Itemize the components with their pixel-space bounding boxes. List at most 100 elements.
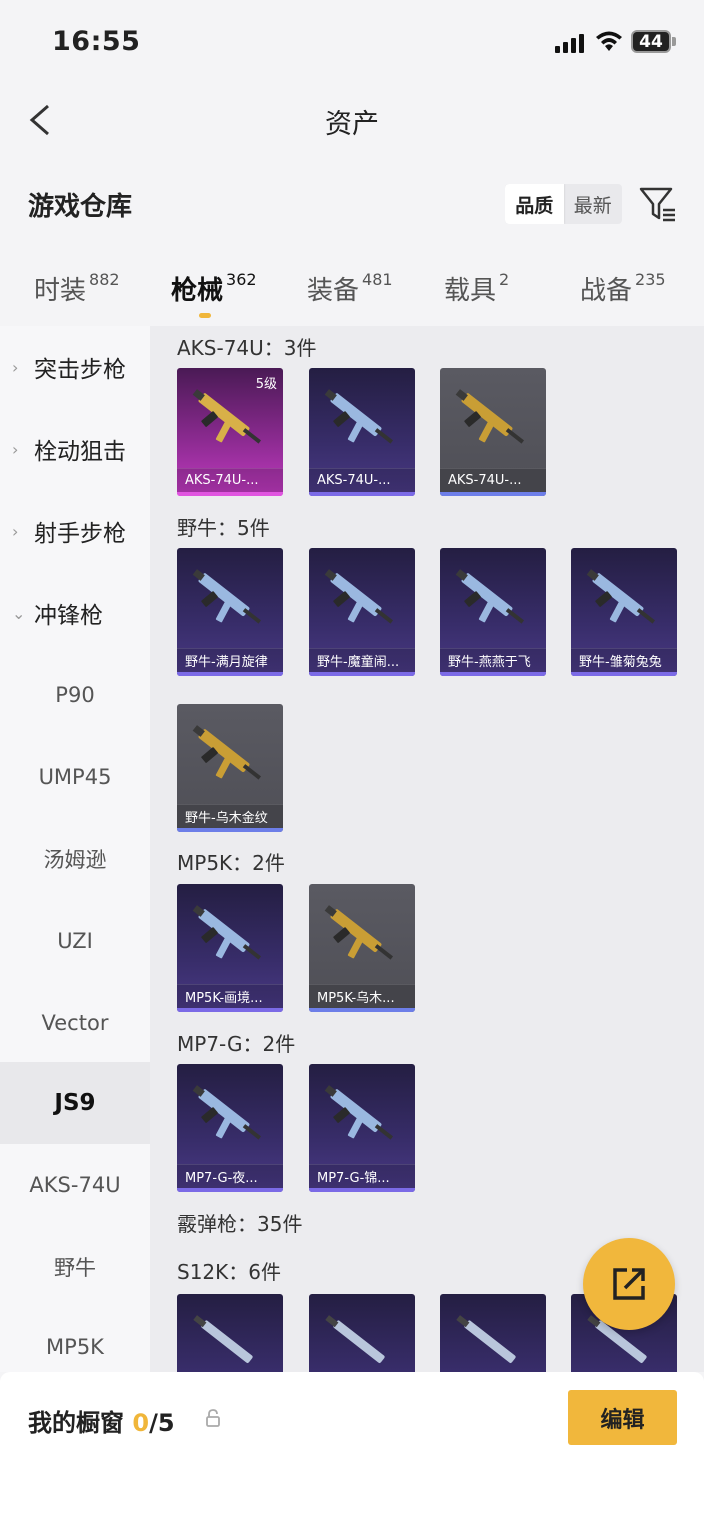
chevron-right-icon: › [12, 439, 19, 459]
tab-count: 481 [362, 270, 393, 289]
sidebar-item-assault-rifle[interactable]: › 突击步枪 [0, 326, 150, 408]
cellular-signal-icon [555, 33, 584, 53]
tab-label: 装备 [307, 276, 360, 306]
weapon-skin-name: 野牛-满月旋律 [177, 648, 283, 672]
sort-toggle: 品质 最新 [505, 184, 622, 224]
sidebar-subitem-p90[interactable]: P90 [0, 654, 150, 736]
rarity-bar [177, 828, 283, 832]
weapon-skin-card[interactable]: 野牛-燕燕于飞 [440, 548, 546, 676]
tab-fashion[interactable]: 时装 882 [34, 270, 120, 307]
status-bar: 16:55 44 [0, 0, 704, 84]
weapon-skin-name: AKS-74U-... [309, 468, 415, 492]
tab-firearms[interactable]: 枪械 362 [171, 270, 257, 307]
weapon-skin-card[interactable]: 野牛-雏菊兔兔 [571, 548, 677, 676]
battery-icon: 44 [631, 30, 671, 53]
weapon-icon [192, 569, 262, 624]
category-sidebar: › 突击步枪 › 栓动狙击 › 射手步枪 ⌄ 冲锋枪 P90 UMP45 汤姆逊 UZI… [0, 326, 150, 1372]
item-level-badge: 5级 [255, 377, 277, 392]
sidebar-subitem-bizon[interactable]: 野牛 [0, 1226, 150, 1308]
weapon-skin-name: MP7-G-夜... [177, 1164, 283, 1188]
weapon-skin-name: MP7-G-锦... [309, 1164, 415, 1188]
sidebar-item-label: 冲锋枪 [34, 603, 103, 629]
group-title: MP7-G：2件 [177, 1032, 296, 1056]
sidebar-item-bolt-sniper[interactable]: › 栓动狙击 [0, 408, 150, 490]
weapon-skin-name: MP5K-画境... [177, 984, 283, 1008]
tab-count: 235 [635, 270, 666, 289]
tab-equipment[interactable]: 装备 481 [307, 270, 393, 307]
sidebar-subitem-uzi[interactable]: UZI [0, 900, 150, 982]
weapon-icon [192, 725, 262, 780]
weapon-icon [324, 389, 394, 444]
weapon-skin-card[interactable]: 5级 AKS-74U-... [177, 368, 283, 496]
sidebar-subitem-thompson[interactable]: 汤姆逊 [0, 818, 150, 900]
tab-combat-supplies[interactable]: 战备 235 [580, 270, 666, 307]
group-title: S12K：6件 [177, 1260, 281, 1284]
sidebar-item-label: 射手步枪 [34, 521, 126, 547]
weapon-icon [325, 1315, 385, 1363]
tab-count: 882 [89, 270, 120, 289]
sort-quality-button[interactable]: 品质 [505, 184, 564, 224]
sidebar-item-marksman-rifle[interactable]: › 射手步枪 [0, 490, 150, 572]
weapon-skin-card[interactable]: MP7-G-夜... [177, 1064, 283, 1192]
weapon-skin-card[interactable] [177, 1294, 283, 1372]
rarity-bar [309, 1008, 415, 1012]
sidebar-subitem-vector[interactable]: Vector [0, 982, 150, 1064]
share-button[interactable] [583, 1238, 675, 1330]
group-title: AKS-74U：3件 [177, 336, 317, 360]
weapon-skin-name: 野牛-雏菊兔兔 [571, 648, 677, 672]
rarity-bar [309, 492, 415, 496]
weapon-skin-card[interactable]: MP5K-乌木... [309, 884, 415, 1012]
sidebar-item-label: 栓动狙击 [34, 439, 126, 465]
weapon-icon [324, 569, 394, 624]
showcase-count-total: /5 [149, 1409, 175, 1437]
showcase-count-used: 0 [132, 1409, 150, 1437]
weapon-skin-card[interactable]: 野牛-魔童闹... [309, 548, 415, 676]
weapon-skin-card[interactable]: MP7-G-锦... [309, 1064, 415, 1192]
group-title: 霰弹枪：35件 [177, 1212, 303, 1236]
tab-label: 战备 [580, 276, 633, 306]
weapon-skin-card[interactable]: 野牛-满月旋律 [177, 548, 283, 676]
weapon-skin-card[interactable]: AKS-74U-... [440, 368, 546, 496]
sort-latest-button[interactable]: 最新 [564, 184, 623, 224]
tab-vehicles[interactable]: 载具 2 [444, 270, 509, 307]
weapon-skin-name: AKS-74U-... [440, 468, 546, 492]
chevron-right-icon: › [12, 521, 19, 541]
weapon-skin-card[interactable] [440, 1294, 546, 1372]
weapon-skin-name: 野牛-乌木金纹 [177, 804, 283, 828]
weapon-icon [324, 1085, 394, 1140]
weapon-skin-card[interactable] [309, 1294, 415, 1372]
tab-label: 枪械 [171, 276, 224, 306]
sidebar-subitem-ump45[interactable]: UMP45 [0, 736, 150, 818]
weapon-skin-card[interactable]: 野牛-乌木金纹 [177, 704, 283, 832]
edit-button[interactable]: 编辑 [568, 1390, 677, 1445]
rarity-bar [571, 672, 677, 676]
weapon-icon [586, 569, 656, 624]
group-title: 野牛：5件 [177, 516, 270, 540]
rarity-bar [440, 672, 546, 676]
warehouse-title: 游戏仓库 [28, 192, 133, 222]
status-time: 16:55 [52, 26, 141, 57]
weapon-skin-card[interactable]: MP5K-画境... [177, 884, 283, 1012]
active-tab-indicator [199, 313, 211, 318]
filter-icon[interactable] [638, 184, 678, 224]
rarity-bar [309, 1188, 415, 1192]
weapon-skin-name: AKS-74U-... [177, 468, 283, 492]
tab-label: 时装 [34, 276, 87, 306]
rarity-bar [440, 492, 546, 496]
weapon-icon [192, 905, 262, 960]
sidebar-subitem-aks74u[interactable]: AKS-74U [0, 1144, 150, 1226]
showcase-label: 我的橱窗 0/5 [28, 1403, 175, 1438]
weapon-skin-name: MP5K-乌木... [309, 984, 415, 1008]
weapon-icon [193, 1315, 253, 1363]
weapon-skin-card[interactable]: AKS-74U-... [309, 368, 415, 496]
weapon-skin-name: 野牛-魔童闹... [309, 648, 415, 672]
weapon-icon [192, 1085, 262, 1140]
lock-icon [206, 1409, 220, 1427]
tab-count: 362 [226, 270, 257, 289]
weapon-icon [324, 905, 394, 960]
sidebar-subitem-js9[interactable]: JS9 [0, 1062, 150, 1144]
page-title: 资产 [325, 109, 379, 140]
battery-cap [672, 37, 676, 46]
sidebar-item-smg[interactable]: ⌄ 冲锋枪 [0, 572, 150, 654]
chevron-down-icon: ⌄ [12, 603, 26, 623]
